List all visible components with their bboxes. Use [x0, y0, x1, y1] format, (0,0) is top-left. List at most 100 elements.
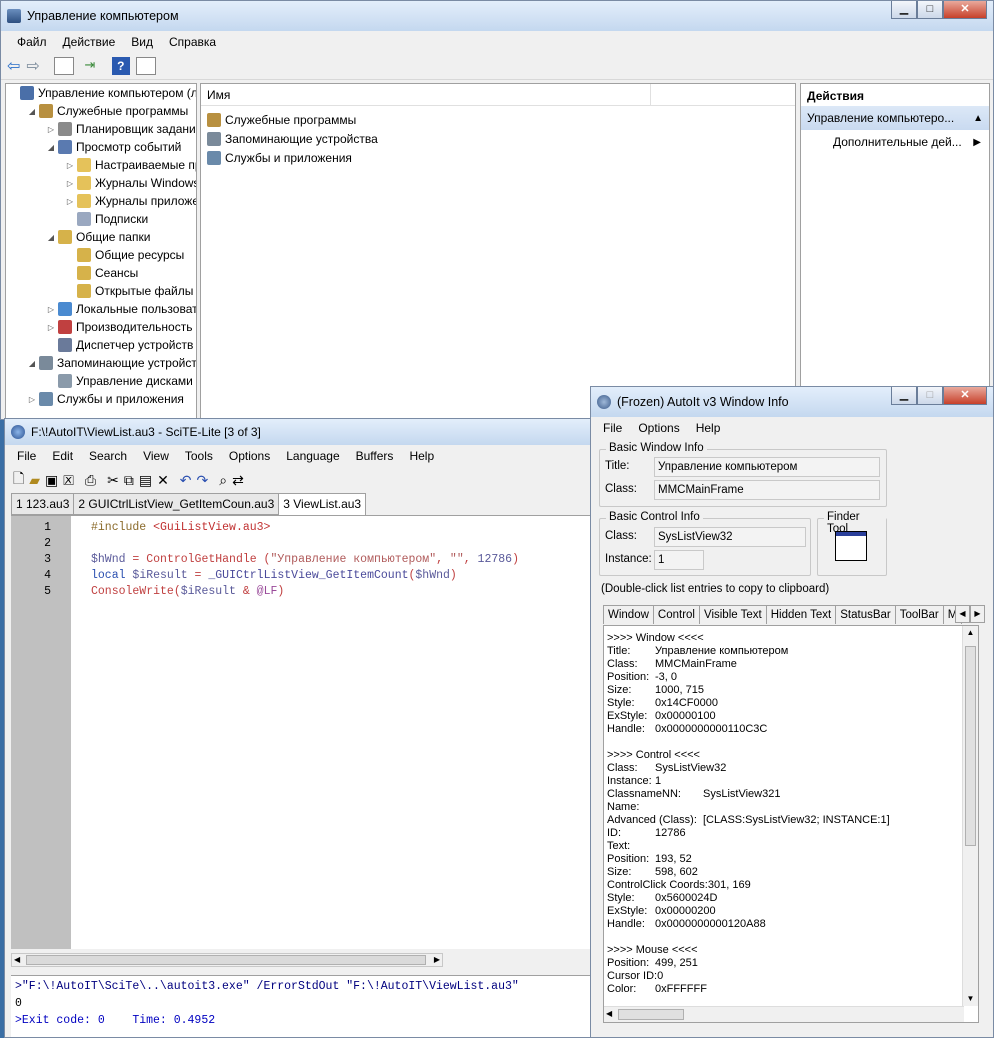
- info-line[interactable]: [607, 736, 961, 749]
- info-line[interactable]: ExStyle: 0x00000200: [607, 905, 961, 918]
- collapsed-arrow-icon[interactable]: ▷: [27, 395, 37, 404]
- expanded-arrow-icon[interactable]: ◢: [27, 359, 37, 368]
- tree-item[interactable]: ◢ Общие папки: [46, 228, 150, 246]
- expanded-arrow-icon[interactable]: ◢: [27, 107, 37, 116]
- tree-item[interactable]: ▷ Планировщик заданий: [46, 120, 196, 138]
- scroll-left-arrow[interactable]: ◀: [14, 954, 20, 966]
- info-line[interactable]: Position: 499, 251: [607, 957, 961, 970]
- output-pane[interactable]: >"F:\!AutoIT\SciTe\..\autoit3.exe" /Erro…: [11, 975, 595, 1037]
- info-line[interactable]: ID: 12786: [607, 827, 961, 840]
- code-line[interactable]: ConsoleWrite($iResult & @LF): [91, 584, 595, 600]
- autoit-menu-item-1[interactable]: Options: [630, 421, 687, 435]
- replace-icon[interactable]: ⇄: [232, 472, 244, 489]
- autoit-titlebar[interactable]: (Frozen) AutoIt v3 Window Info ▁ □ ✕: [591, 387, 993, 417]
- info-line[interactable]: Class: MMCMainFrame: [607, 658, 961, 671]
- tree-item[interactable]: Общие ресурсы: [65, 246, 184, 264]
- info-listbox[interactable]: >>>> Window <<<< Title: Управление компьют…: [603, 625, 979, 1023]
- info-line[interactable]: Position: 193, 52: [607, 853, 961, 866]
- info-tab[interactable]: Hidden Text: [765, 605, 837, 624]
- info-tab[interactable]: Visible Text: [698, 605, 767, 624]
- collapsed-arrow-icon[interactable]: ▷: [65, 161, 75, 170]
- info-line[interactable]: Advanced (Class): [CLASS:SysListView32; I…: [607, 814, 961, 827]
- mmc-menu-item-1[interactable]: Действие: [55, 35, 124, 49]
- editor-hscrollbar[interactable]: ◀ ▶: [11, 953, 443, 967]
- code-editor[interactable]: 1 2 3 4 5 #include <GuiListView.au3> $hWnd = …: [11, 515, 595, 949]
- tree-item[interactable]: Управление компьютером (л: [8, 84, 196, 102]
- forward-arrow-icon[interactable]: ⇨: [26, 56, 39, 76]
- mmc-menu-item-3[interactable]: Справка: [161, 35, 224, 49]
- info-line[interactable]: >>>> Window <<<<: [607, 632, 961, 645]
- info-line[interactable]: ClassnameNN: SysListView321: [607, 788, 961, 801]
- mmc-titlebar[interactable]: Управление компьютером ▁ □ ✕: [1, 1, 993, 31]
- mmc-menu-item-2[interactable]: Вид: [123, 35, 161, 49]
- scroll-right-arrow[interactable]: ▶: [434, 954, 440, 966]
- list-item[interactable]: Служебные программы: [201, 110, 795, 129]
- actions-section[interactable]: Управление компьютеро... ▲: [801, 106, 989, 130]
- tree-item[interactable]: Открытые файлы: [65, 282, 193, 300]
- close-button[interactable]: ✕: [943, 1, 987, 19]
- save-icon[interactable]: ▣: [45, 472, 58, 489]
- collapsed-arrow-icon[interactable]: ▷: [46, 125, 56, 134]
- hscroll-thumb[interactable]: [26, 955, 426, 965]
- info-line[interactable]: Handle: 0x0000000000110C3C: [607, 723, 961, 736]
- tab-scroll-arrows[interactable]: ◀ ▶: [955, 605, 985, 623]
- tree-item[interactable]: ▷ Производительность: [46, 318, 192, 336]
- info-line[interactable]: Cursor ID:0: [607, 970, 961, 983]
- file-tab[interactable]: 3 ViewList.au3: [278, 493, 367, 515]
- expanded-arrow-icon[interactable]: ◢: [46, 143, 56, 152]
- scite-menu-item-7[interactable]: Buffers: [348, 449, 402, 463]
- help-icon[interactable]: ?: [111, 56, 130, 75]
- file-tab[interactable]: 1 123.au3: [11, 493, 75, 515]
- finder-tool-target[interactable]: [835, 531, 867, 561]
- close-file-icon[interactable]: 🗵: [63, 472, 74, 489]
- file-tab[interactable]: 2 GUICtrlListView_GetItemCoun.au3: [73, 493, 280, 515]
- delete-icon[interactable]: ✕: [157, 472, 169, 489]
- back-arrow-icon[interactable]: ⇦: [7, 56, 20, 76]
- instance-field[interactable]: 1: [654, 550, 704, 570]
- info-line[interactable]: Style: 0x14CF0000: [607, 697, 961, 710]
- info-line[interactable]: >>>> Mouse <<<<: [607, 944, 961, 957]
- code-line[interactable]: [91, 536, 595, 552]
- scite-menu-item-3[interactable]: View: [135, 449, 177, 463]
- info-line[interactable]: ExStyle: 0x00000100: [607, 710, 961, 723]
- name-column-header[interactable]: Имя: [201, 84, 651, 105]
- action-pane-icon[interactable]: [135, 56, 156, 75]
- collapse-triangle-icon[interactable]: ▲: [973, 113, 983, 124]
- code-area[interactable]: #include <GuiListView.au3> $hWnd = Contro…: [91, 520, 595, 600]
- tree-item[interactable]: ▷ Службы и приложения: [27, 390, 184, 408]
- tree-item[interactable]: ◢ Служебные программы: [27, 102, 188, 120]
- scite-titlebar[interactable]: F:\!AutoIT\ViewList.au3 - SciTE-Lite [3 …: [5, 419, 595, 445]
- info-line[interactable]: Size: 1000, 715: [607, 684, 961, 697]
- tree-item[interactable]: Подписки: [65, 210, 148, 228]
- find-icon[interactable]: ⌕: [219, 472, 227, 489]
- info-line[interactable]: Color: 0xFFFFFF: [607, 983, 961, 996]
- scite-menu-item-5[interactable]: Options: [221, 449, 278, 463]
- info-hscroll-thumb[interactable]: [618, 1009, 684, 1020]
- info-line[interactable]: Name:: [607, 801, 961, 814]
- autoit-minimize-button[interactable]: ▁: [891, 387, 917, 405]
- info-line[interactable]: Style: 0x5600024D: [607, 892, 961, 905]
- info-line[interactable]: Class: SysListView32: [607, 762, 961, 775]
- autoit-menu-item-2[interactable]: Help: [688, 421, 729, 435]
- info-tab[interactable]: Control: [652, 605, 700, 624]
- info-line[interactable]: Size: 598, 602: [607, 866, 961, 879]
- autoit-menu-item-0[interactable]: File: [595, 421, 630, 435]
- info-hscrollbar[interactable]: ◀: [604, 1006, 964, 1022]
- info-line[interactable]: ControlClick Coords:301, 169: [607, 879, 961, 892]
- cut-icon[interactable]: ✂: [107, 472, 119, 489]
- list-item[interactable]: Службы и приложения: [201, 148, 795, 167]
- scite-menu-item-1[interactable]: Edit: [44, 449, 81, 463]
- tree-item[interactable]: ▷ Локальные пользовате: [46, 300, 196, 318]
- copy-icon[interactable]: ⧉: [124, 472, 134, 489]
- info-line[interactable]: Handle: 0x0000000000120A88: [607, 918, 961, 931]
- window-title-field[interactable]: Управление компьютером: [654, 457, 880, 477]
- tree-item[interactable]: ▷ Журналы приложе: [65, 192, 196, 210]
- code-line[interactable]: #include <GuiListView.au3>: [91, 520, 595, 536]
- scite-menu-item-0[interactable]: File: [9, 449, 44, 463]
- info-tab[interactable]: Window: [603, 605, 654, 624]
- tab-scroll-left-icon[interactable]: ◀: [955, 605, 970, 623]
- vscroll-down-arrow[interactable]: ▼: [963, 992, 978, 1006]
- tree-item[interactable]: Сеансы: [65, 264, 138, 282]
- info-tab[interactable]: ToolBar: [894, 605, 944, 624]
- print-icon[interactable]: ⎙: [85, 472, 96, 489]
